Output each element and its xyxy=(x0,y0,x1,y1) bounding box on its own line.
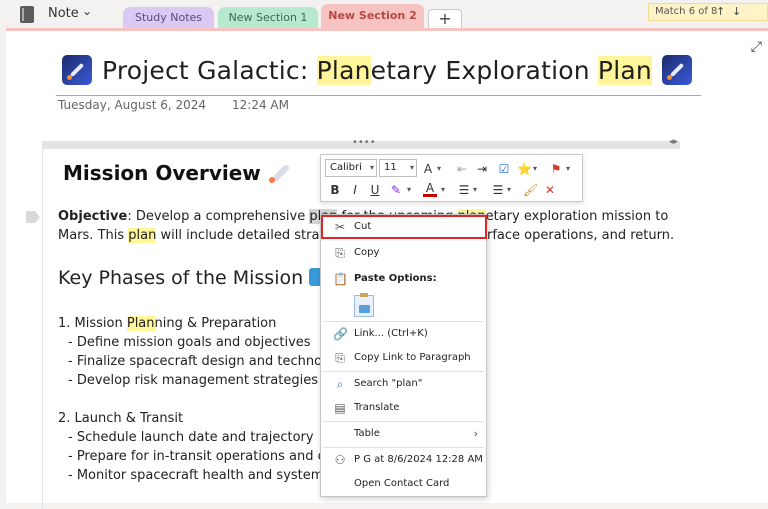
paste-options-header: 📋 Paste Options: xyxy=(321,268,486,290)
paste-picture-icon[interactable] xyxy=(354,293,374,317)
underline-button[interactable]: U xyxy=(369,183,381,197)
page-title-text[interactable]: Project Galactic: Planetary Exploration … xyxy=(102,55,652,85)
tag-icon[interactable]: ⭐ xyxy=(517,162,532,176)
clear-formatting-icon[interactable]: ✕ xyxy=(543,183,557,197)
copy-link-icon: ⎘ xyxy=(335,351,345,365)
list-item[interactable]: - Finalize spacecraft design and technol… xyxy=(68,352,334,371)
section-bar: Note ⌄ Study Notes New Section 1 New Sec… xyxy=(0,0,768,30)
rocket-emoji-icon xyxy=(62,55,92,85)
person-icon: ⚇ xyxy=(334,453,346,467)
menu-item-copy-link[interactable]: ⎘ Copy Link to Paragraph xyxy=(321,347,486,369)
list-item[interactable]: 1. Mission Planning & Preparation xyxy=(58,314,276,333)
cut-highlight-box xyxy=(321,215,487,239)
note-container-border xyxy=(42,149,43,509)
font-family-select[interactable]: Calibri ▾ xyxy=(325,159,377,177)
paragraph-handle-icon[interactable] xyxy=(26,211,40,223)
rocket-emoji-icon xyxy=(661,55,692,85)
find-status-box: Match 6 of 8 ↑ ↓ xyxy=(648,3,768,21)
list-item[interactable]: - Monitor spacecraft health and system xyxy=(68,466,323,485)
checkbox-tag-icon[interactable]: ☑ xyxy=(497,162,511,176)
menu-item-translate[interactable]: ▤ Translate xyxy=(321,397,486,419)
format-painter-icon[interactable]: 🖌 xyxy=(523,183,538,197)
floating-format-toolbar: Calibri ▾ 11 ▾ A ▾ ⇤ ⇥ ☑ ⭐ ▾ ⚑ ▾ B I U ✎ ▾… xyxy=(320,154,583,202)
highlighter-icon[interactable]: ✎ xyxy=(389,183,403,197)
increase-indent-icon[interactable]: ⇥ xyxy=(475,162,489,176)
menu-item-copy[interactable]: ⎘ Copy xyxy=(321,242,486,264)
numbering-icon[interactable]: ☰ xyxy=(491,183,505,197)
title-divider xyxy=(56,95,701,96)
tab-study-notes[interactable]: Study Notes xyxy=(123,7,214,30)
list-item[interactable]: 2. Launch & Transit xyxy=(58,409,183,428)
context-menu: ✂ Cut ⎘ Copy 📋 Paste Options: 🔗 Link... … xyxy=(320,214,487,497)
flag-icon[interactable]: ⚑ xyxy=(549,162,563,176)
menu-item-open-contact-card[interactable]: Open Contact Card xyxy=(321,473,486,495)
bold-button[interactable]: B xyxy=(329,183,341,197)
move-handle-icon[interactable]: •••• xyxy=(352,137,376,148)
list-item[interactable]: - Prepare for in-transit operations and … xyxy=(68,447,325,466)
resize-handle-icon[interactable]: ◂▸ xyxy=(669,137,678,147)
expand-icon[interactable]: ⤢ xyxy=(751,39,762,55)
objective-line-2[interactable]: Mars. This plan will include detailed st… xyxy=(58,226,325,245)
tab-new-section-2[interactable]: New Section 2 xyxy=(321,4,424,28)
tab-new-section-1[interactable]: New Section 1 xyxy=(218,7,318,30)
find-status: Match 6 of 8 xyxy=(655,6,718,17)
objective-line-2-end[interactable]: rface operations, and return. xyxy=(487,226,674,245)
font-style-icon[interactable]: A xyxy=(421,162,435,176)
add-section-button[interactable]: + xyxy=(428,9,462,29)
font-color-icon[interactable]: A xyxy=(423,182,437,197)
chevron-right-icon: › xyxy=(473,427,478,440)
list-item[interactable]: - Define mission goals and objectives xyxy=(68,333,311,352)
menu-item-table[interactable]: Table › xyxy=(321,423,486,445)
copy-icon: ⎘ xyxy=(335,246,345,260)
bullets-icon[interactable]: ☰ xyxy=(457,183,471,197)
page-title[interactable]: Project Galactic: Planetary Exploration … xyxy=(62,55,692,85)
previous-match-icon[interactable]: ↑ xyxy=(716,4,725,20)
list-item[interactable]: - Schedule launch date and trajectory xyxy=(68,428,314,447)
menu-item-link[interactable]: 🔗 Link... (Ctrl+K) xyxy=(321,323,486,345)
note-container-handle[interactable]: •••• ◂▸ xyxy=(42,137,680,149)
font-size-select[interactable]: 11 ▾ xyxy=(379,159,417,177)
clipboard-icon: 📋 xyxy=(333,272,348,286)
heading-key-phases[interactable]: Key Phases of the Mission xyxy=(58,267,326,289)
decrease-indent-icon[interactable]: ⇤ xyxy=(455,162,469,176)
page-time: 12:24 AM xyxy=(232,98,289,112)
heading-mission-overview[interactable]: Mission Overview xyxy=(63,161,291,185)
menu-item-search[interactable]: ⌕ Search "plan" xyxy=(321,373,486,395)
search-icon: ⌕ xyxy=(336,377,344,391)
rocket-emoji-icon xyxy=(268,161,291,183)
menu-item-author[interactable]: ⚇ P G at 8/6/2024 12:28 AM xyxy=(321,449,486,471)
next-match-icon[interactable]: ↓ xyxy=(732,4,741,20)
link-icon: 🔗 xyxy=(333,327,348,341)
italic-button[interactable]: I xyxy=(349,183,361,197)
page-date: Tuesday, August 6, 2024 xyxy=(58,98,207,112)
list-item[interactable]: - Develop risk management strategies xyxy=(68,371,318,390)
notebook-name[interactable]: Note xyxy=(48,6,79,21)
chevron-down-icon[interactable]: ⌄ xyxy=(82,4,92,18)
notebook-icon[interactable] xyxy=(20,6,34,23)
translate-icon: ▤ xyxy=(334,401,346,415)
